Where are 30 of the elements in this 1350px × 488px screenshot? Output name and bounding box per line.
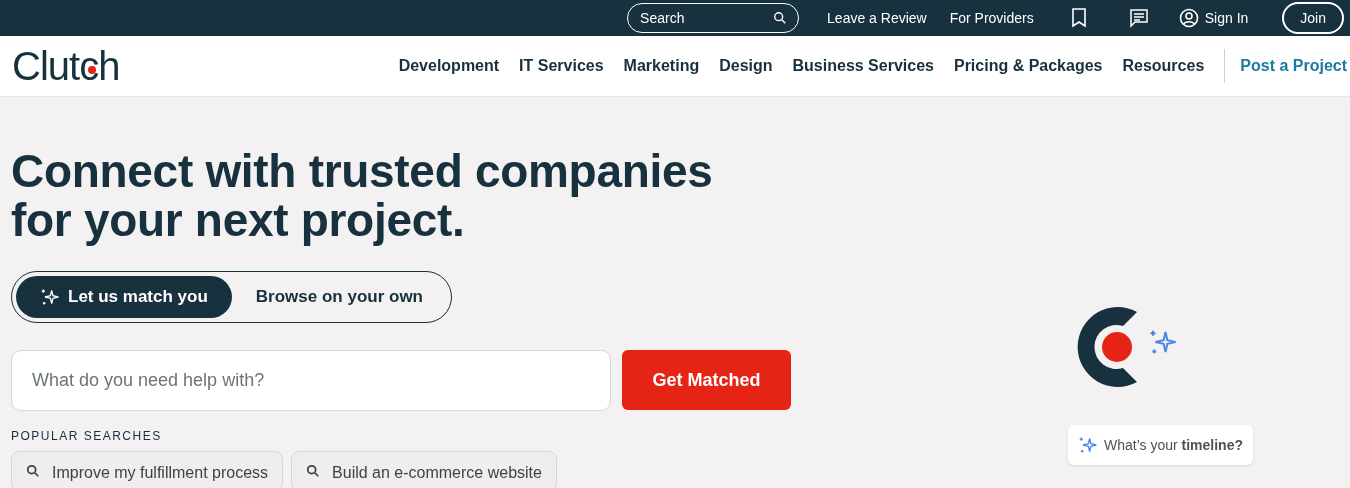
sparkle-icon [1078, 435, 1098, 455]
nav-link[interactable]: Marketing [623, 54, 700, 78]
top-link[interactable]: Leave a Review [827, 7, 927, 29]
nav-link[interactable]: Resources [1122, 54, 1205, 78]
user-icon[interactable] [1178, 8, 1199, 28]
search-icon [306, 464, 321, 478]
nav-link[interactable]: IT Services [519, 54, 604, 78]
sign-in-link[interactable]: Sign In [1204, 7, 1249, 29]
nav-link[interactable]: Pricing & Packages [953, 54, 1103, 78]
section-label: POPULAR SEARCHES [11, 428, 163, 445]
top-link[interactable]: For Providers [949, 7, 1034, 29]
popular-search-chip[interactable]: Improve my fulfillment process [11, 451, 284, 488]
message-icon[interactable] [1128, 8, 1149, 28]
nav-link[interactable]: Design [719, 54, 773, 78]
sparkle-icon [40, 287, 60, 307]
logo[interactable]: Clutch [12, 46, 120, 86]
nav-link[interactable]: Development [398, 54, 500, 78]
prompt-text: What’s your timeline? [1104, 435, 1243, 455]
bookmark-icon[interactable] [1070, 8, 1087, 28]
search-field[interactable]: What do you need help with? [11, 350, 611, 411]
hero-headline: Connect with trusted companies for your next project. [11, 147, 714, 245]
mode-tab[interactable]: Let us match you [16, 276, 232, 318]
search-icon [773, 11, 788, 25]
mode-tab[interactable]: Browse on your own [231, 276, 447, 318]
get-matched-button[interactable]: Get Matched [622, 350, 791, 410]
search-icon [26, 464, 40, 478]
popular-search-chip[interactable]: Build an e-commerce website [291, 451, 557, 488]
nav-link[interactable]: Business Services [792, 54, 934, 78]
join-button[interactable]: Join [1282, 2, 1344, 34]
post-project-link[interactable]: Post a Project [1240, 54, 1347, 78]
